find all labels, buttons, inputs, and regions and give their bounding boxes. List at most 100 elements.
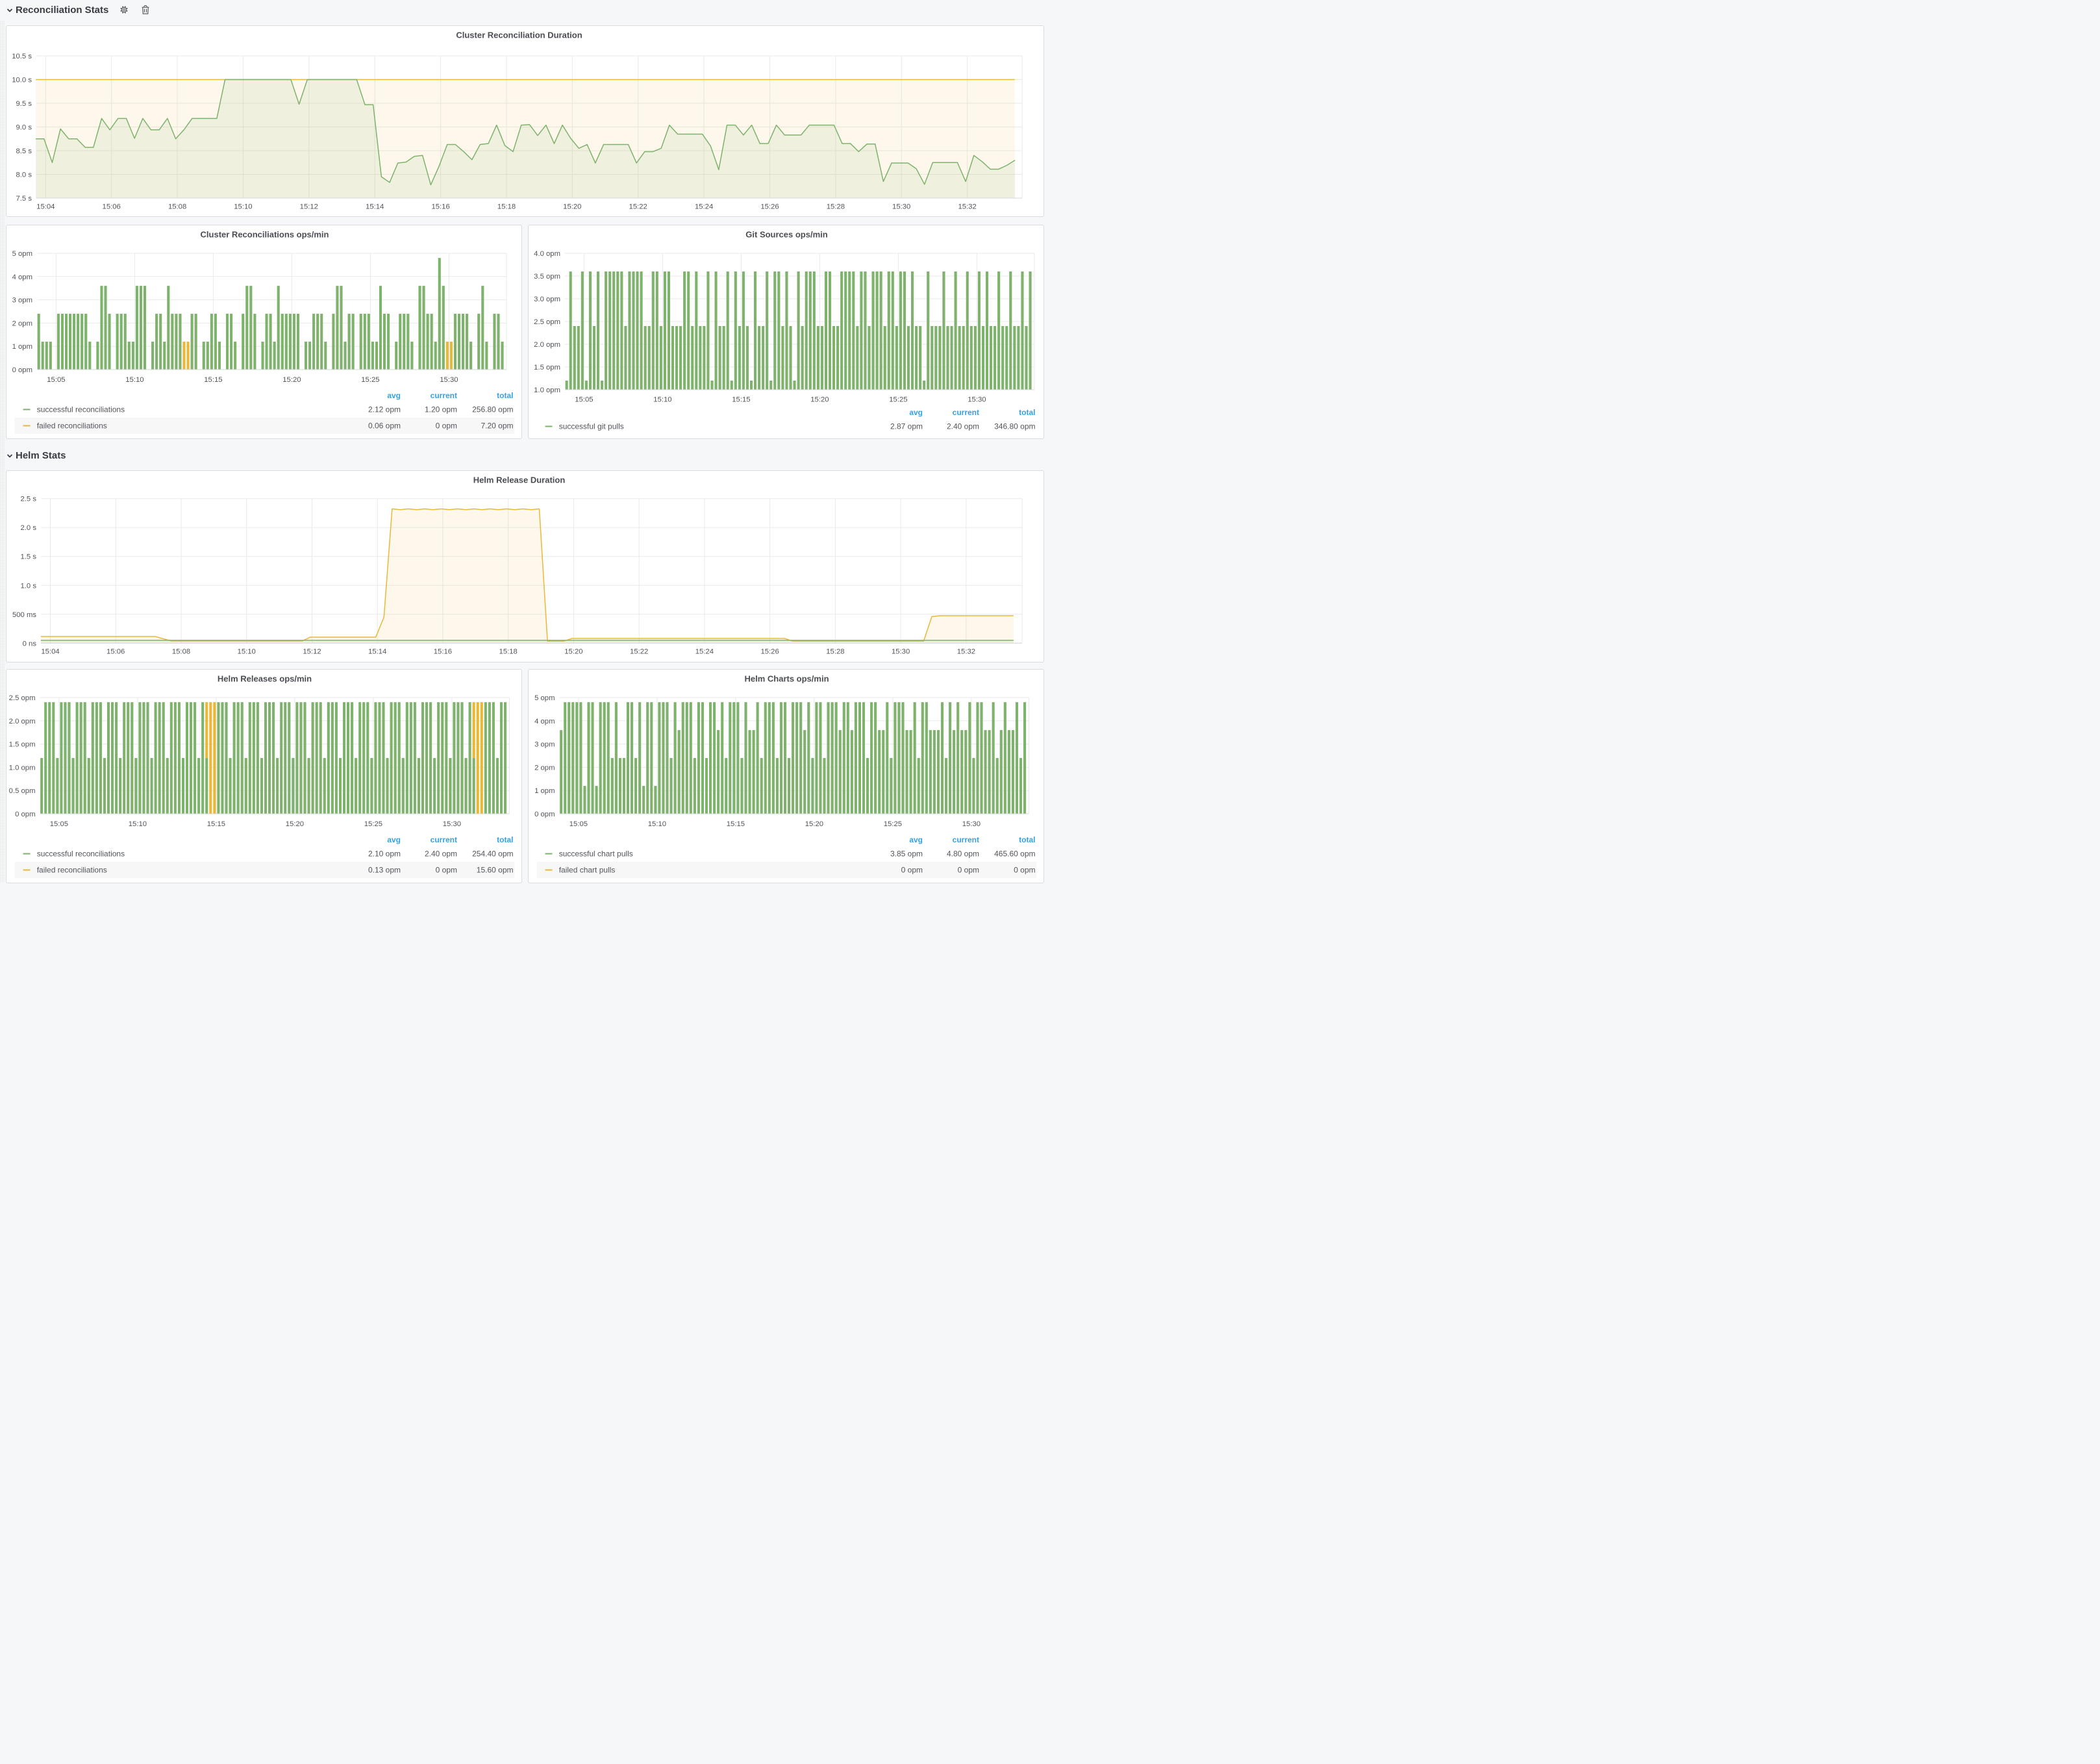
svg-text:1.0 opm: 1.0 opm <box>534 386 560 394</box>
svg-text:15:20: 15:20 <box>563 203 581 211</box>
svg-text:5 opm: 5 opm <box>12 250 32 258</box>
svg-text:15:32: 15:32 <box>957 648 975 656</box>
svg-text:15:04: 15:04 <box>41 648 59 656</box>
svg-text:465.60 opm: 465.60 opm <box>994 850 1035 859</box>
svg-text:15:22: 15:22 <box>630 648 648 656</box>
svg-text:1.0 s: 1.0 s <box>21 582 37 590</box>
svg-text:current: current <box>431 835 457 844</box>
svg-text:Helm Releases ops/min: Helm Releases ops/min <box>218 674 312 684</box>
svg-text:15:10: 15:10 <box>648 820 666 828</box>
svg-text:15:30: 15:30 <box>440 376 458 384</box>
svg-text:4 opm: 4 opm <box>12 273 32 281</box>
svg-text:Helm Charts ops/min: Helm Charts ops/min <box>744 674 829 684</box>
svg-text:15:26: 15:26 <box>760 203 779 211</box>
svg-text:10.5 s: 10.5 s <box>12 53 32 60</box>
svg-text:4 opm: 4 opm <box>534 718 555 725</box>
svg-text:8.5 s: 8.5 s <box>16 147 32 155</box>
svg-text:2 opm: 2 opm <box>534 764 555 772</box>
svg-text:total: total <box>497 391 513 400</box>
svg-text:2.5 opm: 2.5 opm <box>534 318 560 326</box>
svg-text:15:05: 15:05 <box>50 820 68 828</box>
svg-text:15:24: 15:24 <box>695 648 714 656</box>
svg-text:15:15: 15:15 <box>204 376 222 384</box>
svg-text:avg: avg <box>387 835 401 844</box>
svg-text:15:08: 15:08 <box>168 203 186 211</box>
svg-text:0.5 opm: 0.5 opm <box>9 787 36 795</box>
svg-text:avg: avg <box>387 391 401 400</box>
svg-text:2.5 opm: 2.5 opm <box>9 694 36 702</box>
svg-text:15:32: 15:32 <box>958 203 976 211</box>
svg-text:4.0 opm: 4.0 opm <box>534 250 560 258</box>
svg-text:1 opm: 1 opm <box>12 343 32 351</box>
svg-text:15:20: 15:20 <box>564 648 582 656</box>
svg-text:15:25: 15:25 <box>884 820 902 828</box>
svg-text:7.20 opm: 7.20 opm <box>481 422 513 431</box>
svg-text:15:30: 15:30 <box>892 203 910 211</box>
svg-text:0 opm: 0 opm <box>15 811 35 818</box>
svg-text:successful chart pulls: successful chart pulls <box>559 850 633 859</box>
svg-text:2.0 opm: 2.0 opm <box>534 341 560 349</box>
svg-text:15:20: 15:20 <box>805 820 823 828</box>
svg-text:254.40 opm: 254.40 opm <box>472 850 513 859</box>
svg-text:15:10: 15:10 <box>125 376 144 384</box>
svg-text:15:12: 15:12 <box>300 203 318 211</box>
svg-text:15:22: 15:22 <box>629 203 647 211</box>
svg-text:2.40 opm: 2.40 opm <box>947 422 979 431</box>
svg-text:15:30: 15:30 <box>968 396 986 404</box>
svg-text:15:04: 15:04 <box>36 203 55 211</box>
svg-text:1.0 opm: 1.0 opm <box>9 764 36 772</box>
svg-text:2.10 opm: 2.10 opm <box>368 850 401 859</box>
svg-text:1.5 s: 1.5 s <box>21 553 37 561</box>
svg-text:0 opm: 0 opm <box>12 366 32 374</box>
svg-text:15:05: 15:05 <box>575 396 593 404</box>
svg-text:15:25: 15:25 <box>361 376 379 384</box>
svg-text:current: current <box>953 835 979 844</box>
svg-text:avg: avg <box>909 408 923 417</box>
svg-text:15:10: 15:10 <box>234 203 252 211</box>
svg-text:avg: avg <box>909 835 923 844</box>
svg-text:15:15: 15:15 <box>207 820 225 828</box>
svg-text:7.5 s: 7.5 s <box>16 195 32 203</box>
svg-text:successful reconciliations: successful reconciliations <box>37 405 125 414</box>
svg-text:15:28: 15:28 <box>827 203 845 211</box>
svg-text:4.80 opm: 4.80 opm <box>947 850 979 859</box>
svg-text:15:06: 15:06 <box>103 203 121 211</box>
svg-text:1.5 opm: 1.5 opm <box>534 364 560 372</box>
svg-text:0 opm: 0 opm <box>958 866 979 875</box>
svg-text:Helm Release Duration: Helm Release Duration <box>473 475 566 485</box>
svg-text:3 opm: 3 opm <box>12 297 32 305</box>
svg-text:0 opm: 0 opm <box>436 422 457 431</box>
svg-text:15:18: 15:18 <box>497 203 516 211</box>
svg-text:0 opm: 0 opm <box>436 866 457 875</box>
svg-text:15:14: 15:14 <box>368 648 386 656</box>
svg-text:2.12 opm: 2.12 opm <box>368 405 401 414</box>
svg-text:15:20: 15:20 <box>810 396 829 404</box>
svg-text:2.5 s: 2.5 s <box>21 496 37 503</box>
svg-text:15:26: 15:26 <box>760 648 779 656</box>
svg-text:successful git pulls: successful git pulls <box>559 422 624 431</box>
svg-text:15:25: 15:25 <box>889 396 907 404</box>
svg-text:current: current <box>953 408 979 417</box>
svg-text:0 ns: 0 ns <box>23 640 37 648</box>
svg-text:15:05: 15:05 <box>47 376 65 384</box>
svg-text:total: total <box>1019 835 1035 844</box>
svg-text:Cluster Reconciliations ops/mi: Cluster Reconciliations ops/min <box>201 230 329 240</box>
svg-text:15:15: 15:15 <box>727 820 745 828</box>
svg-text:15:05: 15:05 <box>569 820 588 828</box>
svg-text:0 opm: 0 opm <box>901 866 923 875</box>
svg-text:total: total <box>497 835 513 844</box>
svg-text:15:20: 15:20 <box>286 820 304 828</box>
svg-text:9.5 s: 9.5 s <box>16 100 32 108</box>
svg-text:346.80 opm: 346.80 opm <box>994 422 1035 431</box>
svg-text:Cluster Reconciliation Duratio: Cluster Reconciliation Duration <box>456 31 582 40</box>
svg-text:0.13 opm: 0.13 opm <box>368 866 401 875</box>
svg-text:15:10: 15:10 <box>129 820 147 828</box>
svg-text:15:16: 15:16 <box>431 203 449 211</box>
svg-text:3.85 opm: 3.85 opm <box>890 850 923 859</box>
svg-text:15:30: 15:30 <box>443 820 461 828</box>
svg-text:2.87 opm: 2.87 opm <box>890 422 923 431</box>
svg-text:successful reconciliations: successful reconciliations <box>37 850 125 859</box>
svg-text:15:28: 15:28 <box>826 648 844 656</box>
svg-text:2.0 opm: 2.0 opm <box>9 718 36 725</box>
svg-text:1.5 opm: 1.5 opm <box>9 741 36 749</box>
